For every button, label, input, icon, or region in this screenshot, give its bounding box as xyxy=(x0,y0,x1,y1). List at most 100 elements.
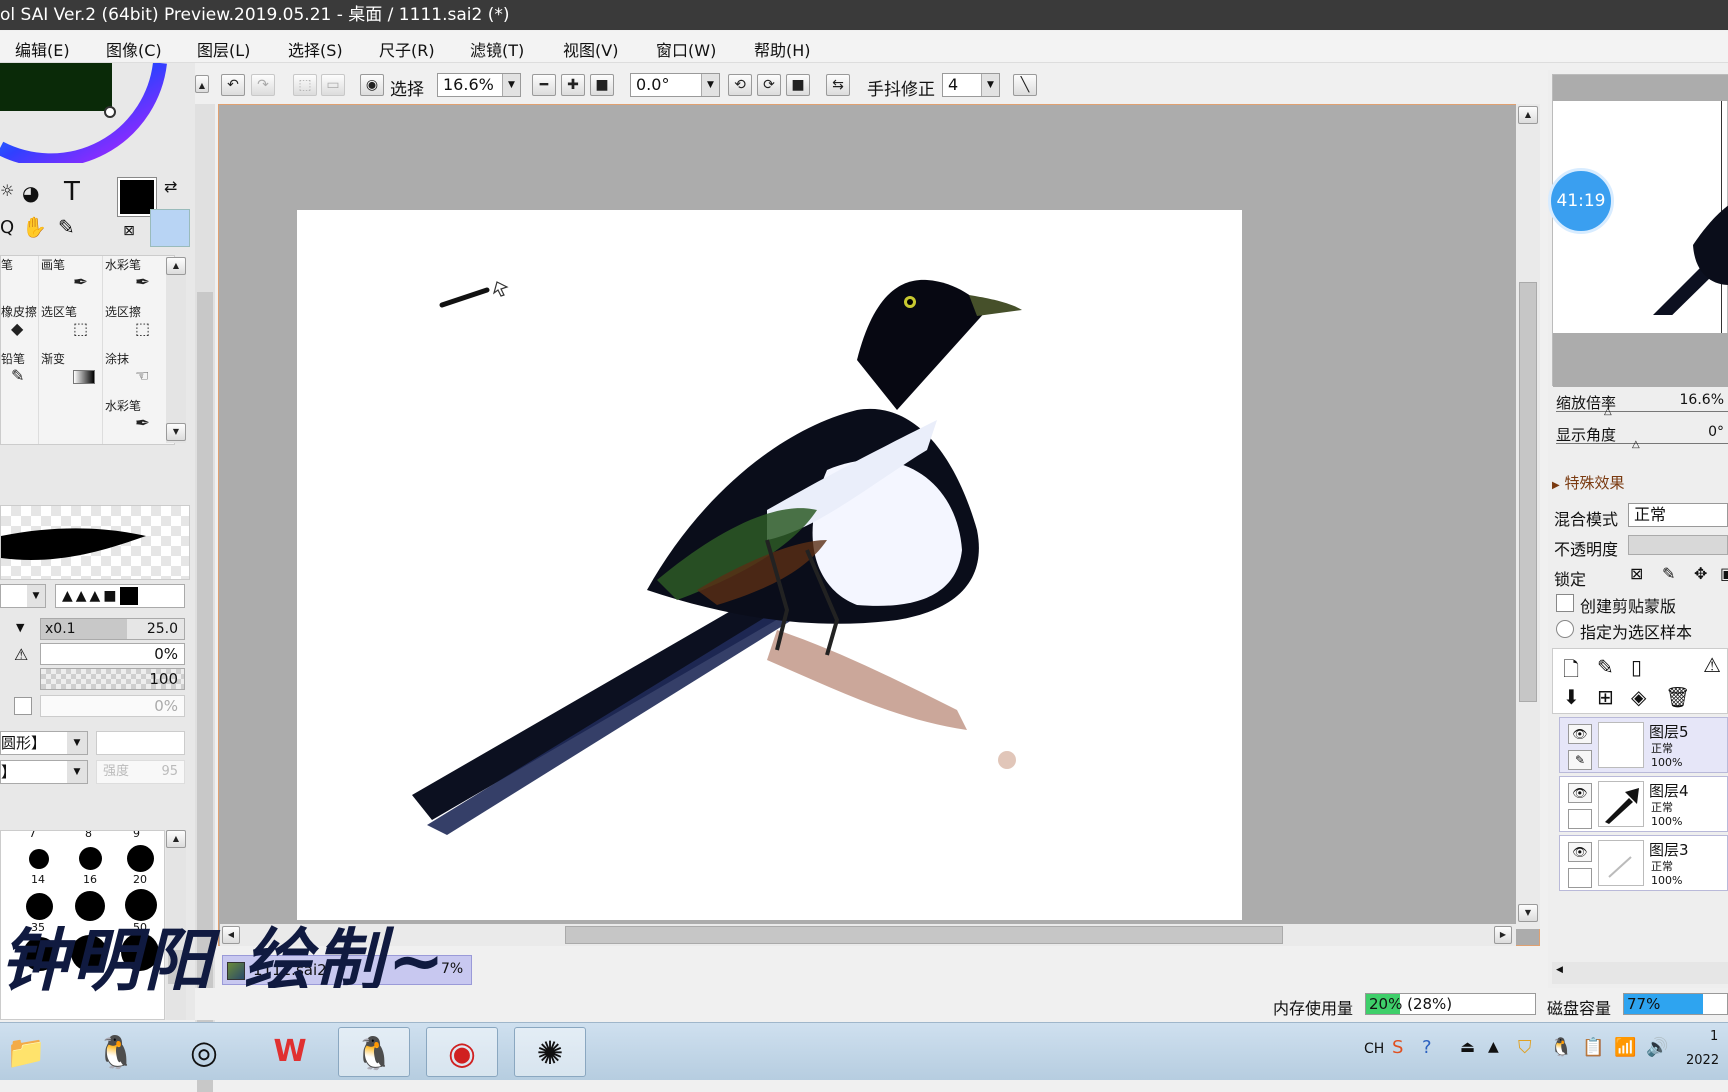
canvas-paper[interactable] xyxy=(297,210,1242,920)
eye-icon[interactable]: ◉ xyxy=(360,74,384,96)
chevron-down-icon[interactable]: ▼ xyxy=(67,732,87,754)
edge-browser-icon[interactable]: ◎ xyxy=(168,1027,240,1077)
scroll-thumb[interactable] xyxy=(1519,282,1537,702)
settings-icon[interactable]: ☼ xyxy=(0,181,18,209)
qq-tray-icon[interactable]: 🐧 xyxy=(1550,1037,1572,1058)
new-linework-layer-icon[interactable]: ✎ xyxy=(1597,655,1614,679)
scroll-right-icon[interactable]: ▶ xyxy=(1494,926,1512,944)
menu-window[interactable]: 窗口(W) xyxy=(656,37,716,61)
rotate-tool-icon[interactable]: Q xyxy=(0,217,18,245)
angle-combo[interactable]: 0.0° ▼ xyxy=(630,73,720,97)
menu-select[interactable]: 选择(S) xyxy=(288,37,343,61)
network-signal-icon[interactable]: 📶 xyxy=(1614,1037,1636,1058)
menu-help[interactable]: 帮助(H) xyxy=(754,37,811,61)
zoom-slider-track[interactable] xyxy=(1556,411,1728,412)
flip-horizontal-icon[interactable]: ⇆ xyxy=(826,74,850,96)
rotate-left-icon[interactable]: ⟲ xyxy=(728,74,752,96)
collapse-up-icon[interactable]: ▲ xyxy=(195,75,209,93)
delete-layer-icon[interactable]: 🗑 xyxy=(1665,685,1690,709)
brush-shape-combo[interactable]: 圆形】 ▼ xyxy=(0,731,88,755)
layer-row-4[interactable]: 👁 图层4 正常 100% xyxy=(1559,776,1728,832)
chevron-down-icon[interactable]: ▼ xyxy=(981,74,999,96)
layer-row-5[interactable]: 👁 ✎ 图层5 正常 100% xyxy=(1559,717,1728,773)
rotate-right-icon[interactable]: ⟳ xyxy=(757,74,781,96)
scroll-up-icon[interactable]: ▲ xyxy=(1518,106,1538,124)
blend-slider[interactable]: 0% xyxy=(40,695,185,717)
clear-layer-icon[interactable]: ◈ xyxy=(1631,685,1646,709)
chevron-down-icon[interactable]: ▼ xyxy=(502,74,520,96)
shape-tool-icon[interactable]: ◕ xyxy=(22,181,52,211)
layer-lock-box[interactable] xyxy=(1568,809,1592,829)
scroll-left-icon[interactable]: ◀ xyxy=(1556,965,1563,975)
brush-shape-strength[interactable] xyxy=(96,731,185,755)
layers-horizontal-scrollbar[interactable]: ◀ xyxy=(1552,962,1728,984)
transparent-color-icon[interactable]: ⊠ xyxy=(118,223,140,245)
slider-handle-icon[interactable]: △ xyxy=(1632,439,1640,450)
brush-slot-gradient[interactable]: 渐变 xyxy=(41,350,101,396)
new-layer-icon[interactable]: 🗋 xyxy=(1563,655,1579,689)
layer-row-3[interactable]: 👁 图层3 正常 100% xyxy=(1559,835,1728,891)
texture-strength-slider[interactable]: 强度 95 xyxy=(96,760,185,784)
wps-office-icon[interactable]: W xyxy=(254,1027,326,1077)
opacity-slider[interactable] xyxy=(1628,535,1728,555)
scroll-up-icon[interactable]: ▲ xyxy=(166,257,186,275)
qq-active-icon[interactable]: 🐧 xyxy=(338,1027,410,1077)
menu-edit[interactable]: 编辑(E) xyxy=(15,37,70,61)
brush-texture-combo[interactable]: 】 ▼ xyxy=(0,760,88,784)
menu-ruler[interactable]: 尺子(R) xyxy=(379,37,435,61)
pen-icon[interactable]: ✎ xyxy=(1568,750,1592,770)
merge-down-icon[interactable]: ⬇ xyxy=(1563,685,1580,709)
brush-grid-scrollbar[interactable]: ▲ ▼ xyxy=(166,257,186,443)
min-size-slider[interactable]: 0% xyxy=(40,643,185,665)
scroll-down-icon[interactable]: ▼ xyxy=(166,423,186,441)
lock-move-icon[interactable]: ✥ xyxy=(1694,564,1707,583)
scroll-down-icon[interactable]: ▼ xyxy=(1518,904,1538,922)
lock-paint-icon[interactable]: ✎ xyxy=(1662,564,1675,583)
density-slider[interactable]: 100 xyxy=(40,668,185,690)
angle-slider-track[interactable] xyxy=(1556,443,1728,444)
lock-all-icon[interactable]: ▣ xyxy=(1720,564,1728,583)
invert-selection-icon[interactable]: ▭ xyxy=(321,74,345,96)
usb-icon[interactable]: ⏏ xyxy=(1460,1037,1475,1056)
slider-handle-icon[interactable]: △ xyxy=(1604,406,1612,417)
redo-icon[interactable]: ↷ xyxy=(251,74,275,96)
chevron-down-icon[interactable]: ▼ xyxy=(27,585,45,607)
size-dot[interactable] xyxy=(79,847,102,870)
size-slider[interactable]: x0.1 25.0 xyxy=(40,618,185,640)
sogou-input-icon[interactable]: S xyxy=(1392,1037,1403,1058)
brush-slot-brush[interactable]: 画笔 ✒ xyxy=(41,256,101,302)
eye-icon[interactable]: 👁 xyxy=(1568,842,1592,862)
deselect-icon[interactable]: ⬚ xyxy=(293,74,317,96)
security-shield-icon[interactable]: ⛉ xyxy=(1518,1037,1532,1058)
stabilizer-combo[interactable]: 4 ▼ xyxy=(942,73,1000,97)
volume-icon[interactable]: 🔊 xyxy=(1646,1037,1668,1058)
secondary-color-swatch[interactable] xyxy=(150,209,190,247)
brush-slot-smudge[interactable]: 涂抹 ☜ xyxy=(105,350,165,396)
zoom-row[interactable]: 缩放倍率 16.6% △ xyxy=(1556,392,1728,417)
menu-view[interactable]: 视图(V) xyxy=(563,37,618,61)
hand-tool-icon[interactable]: ✋ xyxy=(22,215,52,245)
zoom-out-icon[interactable]: ━ xyxy=(532,74,556,96)
lock-transparency-icon[interactable]: ⊠ xyxy=(1630,564,1643,583)
angle-row[interactable]: 显示角度 0° △ xyxy=(1556,424,1728,450)
brush-tip-shapes[interactable]: ▲▲▲■■ xyxy=(55,584,185,608)
zoom-reset-icon[interactable]: ■ xyxy=(590,74,614,96)
brush-mode-combo[interactable]: ▼ xyxy=(0,584,46,608)
scroll-up-icon[interactable]: ▲ xyxy=(166,830,186,848)
clock-date[interactable]: 2022 xyxy=(1686,1053,1719,1068)
swap-colors-icon[interactable]: ⇄ xyxy=(164,177,177,196)
canvas-vertical-scrollbar[interactable]: ▲ ▼ xyxy=(1516,104,1540,929)
brush-slot-watercolor[interactable]: 水彩笔 ✒ xyxy=(105,256,165,302)
rotate-reset-icon[interactable]: ■ xyxy=(786,74,810,96)
selection-sample-radio[interactable] xyxy=(1556,620,1574,638)
help-icon[interactable]: ? xyxy=(1422,1037,1432,1058)
blend-checkbox[interactable] xyxy=(14,697,32,715)
eye-icon[interactable]: 👁 xyxy=(1568,724,1592,744)
ime-indicator[interactable]: CH xyxy=(1364,1041,1384,1057)
blend-mode-combo[interactable]: 正常 xyxy=(1628,503,1728,527)
file-explorer-icon[interactable]: 📁 xyxy=(0,1027,62,1077)
qq-icon[interactable]: 🐧 xyxy=(80,1027,152,1077)
eye-icon[interactable]: 👁 xyxy=(1568,783,1592,803)
text-tool-icon[interactable]: T xyxy=(57,177,87,209)
zoom-combo[interactable]: 16.6% ▼ xyxy=(437,73,521,97)
